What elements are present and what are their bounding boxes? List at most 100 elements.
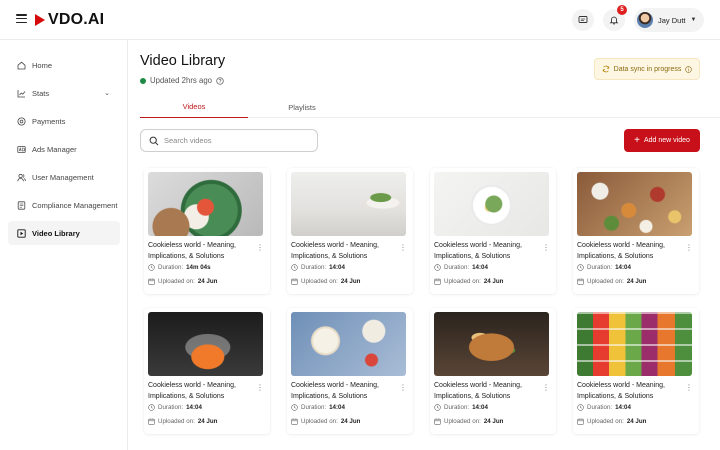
video-duration: Duration: 14:04 bbox=[148, 404, 202, 411]
tab-videos[interactable]: Videos bbox=[140, 96, 248, 118]
notifications-button[interactable]: 5 bbox=[603, 5, 627, 31]
video-thumbnail[interactable] bbox=[577, 312, 692, 376]
video-title: Cookieless world - Meaning, Implications… bbox=[577, 242, 665, 260]
video-duration: Duration: 14:04 bbox=[577, 264, 631, 271]
info-icon[interactable] bbox=[685, 65, 693, 73]
sidebar-item-video-library[interactable]: Video Library bbox=[8, 221, 120, 245]
sync-status-text: Data sync in progress bbox=[613, 65, 682, 73]
search-input[interactable] bbox=[164, 136, 304, 145]
status-dot-icon bbox=[140, 77, 146, 84]
uploaded-value: 24 Jun bbox=[197, 418, 218, 425]
add-new-video-button[interactable]: + Add new video bbox=[624, 129, 700, 152]
video-title: Cookieless world - Meaning, Implications… bbox=[291, 382, 379, 400]
video-upload-date: Uploaded on: 24 Jun bbox=[291, 278, 360, 285]
video-duration: Duration: 14:04 bbox=[434, 404, 488, 411]
duration-value: 14:04 bbox=[472, 404, 488, 411]
more-options-icon[interactable]: ⋮ bbox=[685, 244, 693, 252]
uploaded-value: 24 Jun bbox=[197, 278, 218, 285]
video-card[interactable]: Cookieless world - Meaning, Implications… bbox=[573, 168, 699, 294]
video-thumbnail[interactable] bbox=[577, 172, 692, 236]
home-icon bbox=[17, 61, 26, 70]
duration-value: 14m 04s bbox=[186, 264, 211, 271]
uploaded-label: Uploaded on: bbox=[301, 418, 338, 425]
more-options-icon[interactable]: ⋮ bbox=[399, 244, 407, 252]
more-options-icon[interactable]: ⋮ bbox=[256, 244, 264, 252]
duration-label: Duration: bbox=[301, 264, 327, 271]
video-upload-date: Uploaded on: 24 Jun bbox=[148, 278, 217, 285]
user-menu[interactable]: Jay Dutt ▼ bbox=[634, 8, 705, 32]
more-options-icon[interactable]: ⋮ bbox=[542, 384, 550, 392]
chevron-down-icon: ▼ bbox=[690, 17, 697, 23]
sync-icon bbox=[602, 65, 609, 73]
sidebar-item-compliance-management[interactable]: Compliance Management bbox=[8, 193, 120, 217]
more-options-icon[interactable]: ⋮ bbox=[542, 244, 550, 252]
uploaded-label: Uploaded on: bbox=[158, 278, 195, 285]
search-icon bbox=[149, 136, 159, 145]
video-card[interactable]: Cookieless world - Meaning, Implications… bbox=[144, 308, 270, 434]
video-thumbnail[interactable] bbox=[434, 172, 549, 236]
calendar-icon bbox=[577, 278, 584, 285]
sidebar-item-label: Home bbox=[32, 60, 53, 70]
clock-icon bbox=[148, 404, 155, 411]
sidebar-item-home[interactable]: Home bbox=[8, 53, 120, 77]
video-title: Cookieless world - Meaning, Implications… bbox=[148, 382, 236, 400]
video-thumbnail[interactable] bbox=[291, 172, 406, 236]
sync-status-badge: Data sync in progress bbox=[594, 58, 700, 80]
video-icon bbox=[17, 228, 26, 238]
video-upload-date: Uploaded on: 24 Jun bbox=[577, 418, 646, 425]
duration-label: Duration: bbox=[587, 404, 613, 411]
page-title: Video Library bbox=[140, 53, 226, 69]
sidebar-item-label: Payments bbox=[32, 116, 66, 126]
sidebar-item-stats[interactable]: Stats ⌄ bbox=[8, 81, 120, 105]
video-card[interactable]: Cookieless world - Meaning, Implications… bbox=[144, 168, 270, 294]
payments-icon bbox=[17, 117, 26, 126]
clock-icon bbox=[577, 404, 584, 411]
logo[interactable]: VDO.AI bbox=[35, 11, 104, 29]
add-new-video-label: Add new video bbox=[643, 137, 690, 144]
duration-value: 14:04 bbox=[329, 404, 345, 411]
calendar-icon bbox=[434, 418, 441, 425]
sidebar-item-label: Stats bbox=[32, 88, 50, 98]
messages-button[interactable] bbox=[572, 9, 594, 31]
more-options-icon[interactable]: ⋮ bbox=[399, 384, 407, 392]
more-options-icon[interactable]: ⋮ bbox=[685, 384, 693, 392]
video-thumbnail[interactable] bbox=[291, 312, 406, 376]
uploaded-value: 24 Jun bbox=[626, 418, 647, 425]
video-thumbnail[interactable] bbox=[148, 172, 263, 236]
uploaded-value: 24 Jun bbox=[340, 418, 361, 425]
video-title: Cookieless world - Meaning, Implications… bbox=[434, 382, 522, 400]
video-card[interactable]: Cookieless world - Meaning, Implications… bbox=[287, 168, 413, 294]
video-thumbnail[interactable] bbox=[434, 312, 549, 376]
sidebar-item-user-management[interactable]: User Management bbox=[8, 165, 120, 189]
info-icon[interactable] bbox=[216, 76, 224, 85]
duration-value: 14:04 bbox=[472, 264, 488, 271]
video-thumbnail[interactable] bbox=[148, 312, 263, 376]
user-name: Jay Dutt bbox=[658, 15, 686, 25]
clock-icon bbox=[577, 264, 584, 271]
more-options-icon[interactable]: ⋮ bbox=[256, 384, 264, 392]
ads-icon bbox=[17, 145, 26, 154]
clock-icon bbox=[434, 404, 441, 411]
chart-icon bbox=[17, 89, 26, 98]
video-card[interactable]: Cookieless world - Meaning, Implications… bbox=[287, 308, 413, 434]
video-duration: Duration: 14m 04s bbox=[148, 264, 211, 271]
duration-label: Duration: bbox=[444, 404, 470, 411]
video-card[interactable]: Cookieless world - Meaning, Implications… bbox=[573, 308, 699, 434]
clock-icon bbox=[291, 404, 298, 411]
sidebar-item-ads-manager[interactable]: Ads Manager bbox=[8, 137, 120, 161]
video-duration: Duration: 14:04 bbox=[577, 404, 631, 411]
sidebar-item-payments[interactable]: Payments bbox=[8, 109, 120, 133]
search-box bbox=[140, 129, 318, 152]
clock-icon bbox=[434, 264, 441, 271]
calendar-icon bbox=[148, 418, 155, 425]
uploaded-label: Uploaded on: bbox=[444, 418, 481, 425]
brand-name: VDO.AI bbox=[48, 11, 105, 28]
tab-playlists[interactable]: Playlists bbox=[248, 96, 356, 118]
sidebar: Home Stats ⌄ Payments Ads Manager User M… bbox=[0, 40, 128, 450]
calendar-icon bbox=[291, 278, 298, 285]
plus-icon: + bbox=[634, 134, 640, 146]
video-card[interactable]: Cookieless world - Meaning, Implications… bbox=[430, 308, 556, 434]
menu-icon[interactable] bbox=[16, 14, 27, 23]
calendar-icon bbox=[291, 418, 298, 425]
video-card[interactable]: Cookieless world - Meaning, Implications… bbox=[430, 168, 556, 294]
